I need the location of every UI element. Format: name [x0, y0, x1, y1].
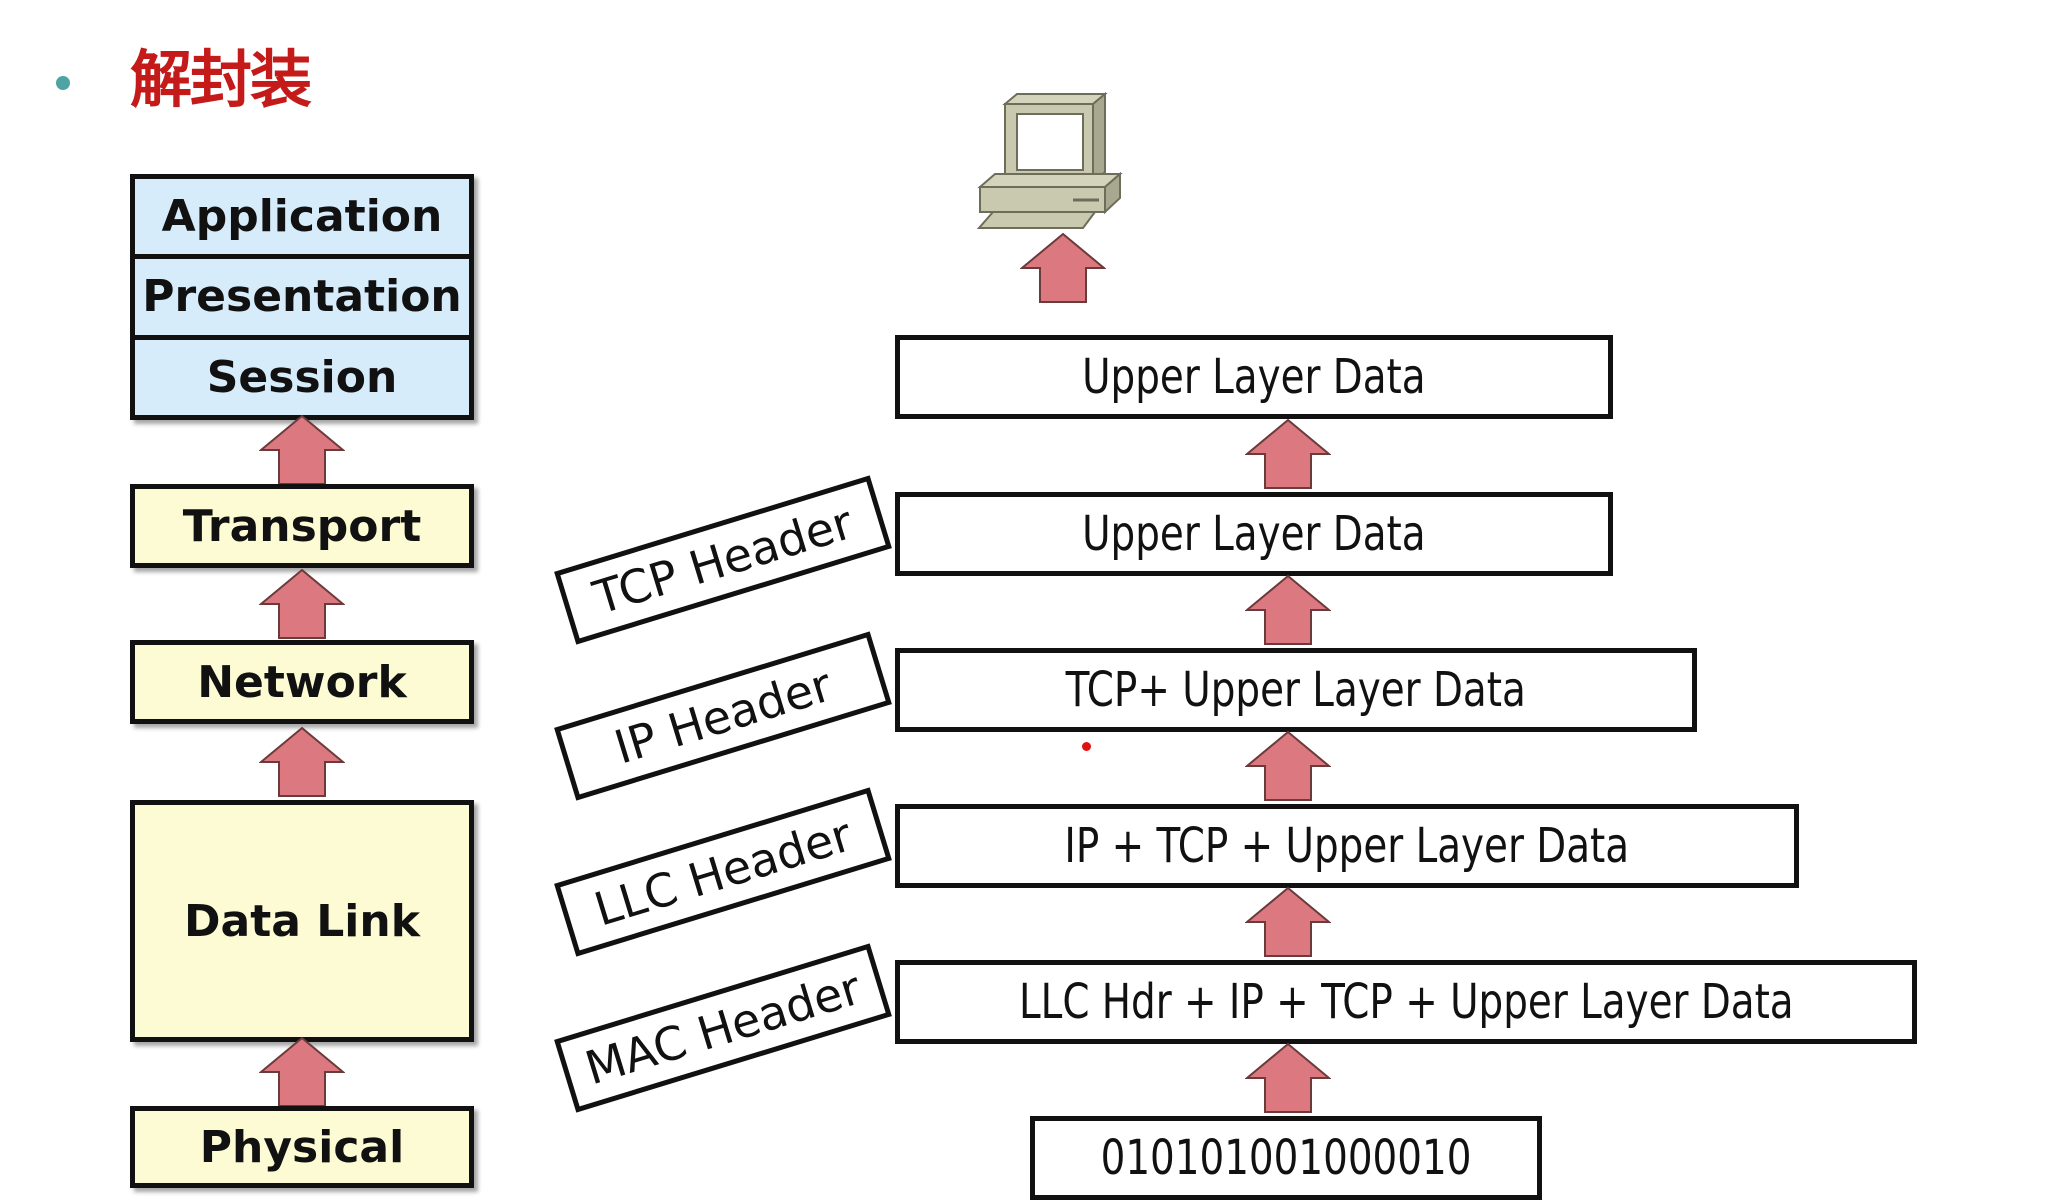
llc-header-label: LLC Header — [554, 787, 892, 957]
ip-header-label: IP Header — [554, 631, 892, 801]
layer-transport: Transport — [130, 484, 474, 568]
frame-application-data: Upper Layer Data — [895, 335, 1613, 419]
up-arrow-icon — [1245, 574, 1331, 646]
upper-layers-stack: Application Presentation Session — [130, 174, 474, 420]
frame-text: TCP+ Upper Layer Data — [1065, 662, 1527, 718]
layer-presentation: Presentation — [135, 254, 469, 334]
layer-physical: Physical — [130, 1106, 474, 1188]
frame-network-data: TCP+ Upper Layer Data — [895, 648, 1697, 732]
up-arrow-icon — [259, 726, 345, 798]
layer-network: Network — [130, 640, 474, 724]
layer-application: Application — [161, 191, 443, 243]
frame-transport-data: Upper Layer Data — [895, 492, 1613, 576]
slide-title: 解封装 — [130, 43, 312, 116]
layer-data-link: Data Link — [130, 800, 474, 1042]
frame-text: IP + TCP + Upper Layer Data — [1064, 818, 1630, 874]
mac-header-label: MAC Header — [554, 943, 892, 1113]
up-arrow-icon — [1245, 730, 1331, 802]
layer-session: Session — [135, 334, 469, 415]
frame-mac-data: LLC Hdr + IP + TCP + Upper Layer Data — [895, 960, 1917, 1044]
up-arrow-icon — [1245, 886, 1331, 958]
laser-pointer-dot — [1082, 742, 1091, 751]
tcp-header-label: TCP Header — [554, 475, 892, 645]
frame-llc-data: IP + TCP + Upper Layer Data — [895, 804, 1799, 888]
frame-text: Upper Layer Data — [1082, 506, 1426, 562]
up-arrow-icon — [259, 568, 345, 640]
frame-text: 010101001000010 — [1100, 1130, 1472, 1186]
up-arrow-icon — [259, 1036, 345, 1108]
up-arrow-icon — [259, 414, 345, 486]
frame-bits: 010101001000010 — [1030, 1116, 1542, 1200]
bullet-icon — [56, 76, 70, 90]
desktop-computer-icon — [976, 92, 1123, 229]
up-arrow-icon — [1245, 1042, 1331, 1114]
up-arrow-icon — [1245, 418, 1331, 490]
frame-text: Upper Layer Data — [1082, 349, 1426, 405]
up-arrow-icon — [1020, 232, 1106, 304]
frame-text: LLC Hdr + IP + TCP + Upper Layer Data — [1018, 974, 1794, 1030]
